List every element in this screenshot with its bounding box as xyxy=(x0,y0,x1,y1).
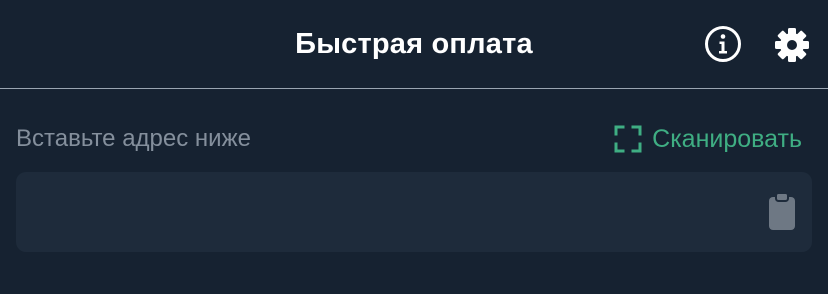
info-circle-icon xyxy=(705,26,741,62)
clipboard-icon xyxy=(769,192,795,230)
paste-button[interactable] xyxy=(766,192,798,232)
address-input[interactable] xyxy=(32,172,756,254)
settings-button[interactable] xyxy=(774,27,810,63)
header: Быстрая оплата xyxy=(0,0,828,88)
address-field xyxy=(16,172,812,254)
scan-button-label: Сканировать xyxy=(652,125,802,153)
header-divider xyxy=(0,88,828,89)
scan-frame-icon xyxy=(614,125,642,153)
scan-button[interactable]: Сканировать xyxy=(614,122,802,156)
gear-icon xyxy=(775,28,809,62)
address-label: Вставьте адрес ниже xyxy=(16,125,251,152)
info-button[interactable] xyxy=(704,25,742,63)
